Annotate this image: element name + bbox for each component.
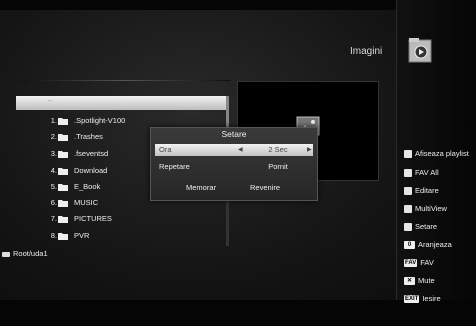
arrow-left-icon[interactable]: ◀ (238, 144, 243, 156)
yellow-key-icon (404, 187, 412, 196)
legend-setare[interactable]: Setare (404, 221, 437, 233)
list-item[interactable]: 7. PICTURES (16, 212, 226, 226)
red-key-icon (404, 150, 412, 159)
setting-label: Repetare (159, 162, 190, 171)
title-divider (20, 80, 230, 81)
setting-value: 2 Sec (268, 145, 288, 154)
legend-fav[interactable]: FAV FAV (404, 257, 434, 269)
item-name: PVR (74, 231, 90, 240)
legend-label: Aranjeaza (418, 240, 452, 249)
legend-playlist[interactable]: Afiseaza playlist (404, 148, 469, 160)
legend-label: FAV (420, 258, 434, 267)
item-name: E_Book (74, 182, 101, 191)
legend-mute[interactable]: ✕ Mute (404, 275, 435, 287)
settings-dialog: Setare Ora ◀ 2 Sec ▶ Repetare Pornit Mem… (150, 127, 318, 201)
legend-multiview[interactable]: MultiView (404, 203, 447, 215)
tv-screen: Imagini .. 1. .Spotlight-V100 2. .Trashe… (0, 0, 476, 326)
folder-icon (58, 233, 68, 240)
item-name: Download (74, 166, 108, 175)
item-number: 6. (50, 198, 57, 207)
item-number: 3. (50, 149, 57, 158)
item-name: .Spotlight-V100 (74, 116, 126, 125)
folder-icon (58, 216, 68, 223)
green-key-icon (404, 169, 412, 178)
item-number: 4. (50, 166, 57, 175)
current-path: Root/uda1 (2, 249, 48, 258)
save-button[interactable]: Memorar (171, 183, 231, 192)
folder-icon (58, 134, 68, 141)
setting-row-repetare[interactable]: Repetare Pornit (155, 161, 313, 173)
legend-exit[interactable]: EXIT Iesire (404, 293, 441, 305)
mute-key-icon: ✕ (404, 277, 415, 286)
folder-icon (58, 151, 68, 158)
item-number: 1. (50, 116, 57, 125)
item-number: 5. (50, 182, 57, 191)
item-number: 7. (50, 214, 57, 223)
folder-icon (58, 200, 68, 207)
item-name: .fseventsd (74, 149, 109, 158)
setting-value: Pornit (268, 162, 288, 171)
pictures-folder-icon (408, 38, 432, 63)
legend-label: Iesire (422, 294, 441, 303)
folder-icon (58, 168, 68, 175)
zero-key-icon: 0 (404, 241, 415, 250)
usb-drive-icon (2, 251, 10, 257)
white-key-icon (404, 223, 412, 232)
legend-aranjeaza[interactable]: 0 Aranjeaza (404, 239, 452, 251)
arrow-right-icon[interactable]: ▶ (307, 144, 312, 156)
folder-icon (58, 118, 68, 125)
item-number: 2. (50, 132, 57, 141)
fav-key-icon: FAV (404, 259, 418, 268)
legend-label: Editare (415, 186, 439, 195)
list-item[interactable]: 8. PVR (16, 229, 226, 243)
path-text: Root/uda1 (13, 249, 48, 258)
legend-label: Mute (418, 276, 435, 285)
legend-label: MultiView (415, 204, 447, 213)
folder-icon (58, 184, 68, 191)
setting-row-ora[interactable]: Ora ◀ 2 Sec ▶ (155, 144, 313, 156)
legend-label: Afiseaza playlist (415, 149, 469, 158)
legend-label: FAV All (415, 168, 439, 177)
item-name: PICTURES (74, 214, 112, 223)
legend-editare[interactable]: Editare (404, 185, 439, 197)
list-item-up[interactable]: .. (16, 96, 226, 110)
item-name: .Trashes (74, 132, 103, 141)
up-entry-label: .. (48, 96, 52, 103)
exit-key-icon: EXIT (404, 295, 420, 304)
item-name: MUSIC (74, 198, 99, 207)
blue-key-icon (404, 205, 412, 214)
dialog-title: Setare (221, 129, 247, 139)
page-title: Imagini (350, 46, 383, 57)
item-number: 8. (50, 231, 57, 240)
list-item[interactable]: 1. .Spotlight-V100 (16, 114, 226, 128)
legend-fav-all[interactable]: FAV All (404, 167, 439, 179)
legend-label: Setare (415, 222, 438, 231)
back-button[interactable]: Revenire (235, 183, 295, 192)
setting-label: Ora (159, 145, 172, 154)
